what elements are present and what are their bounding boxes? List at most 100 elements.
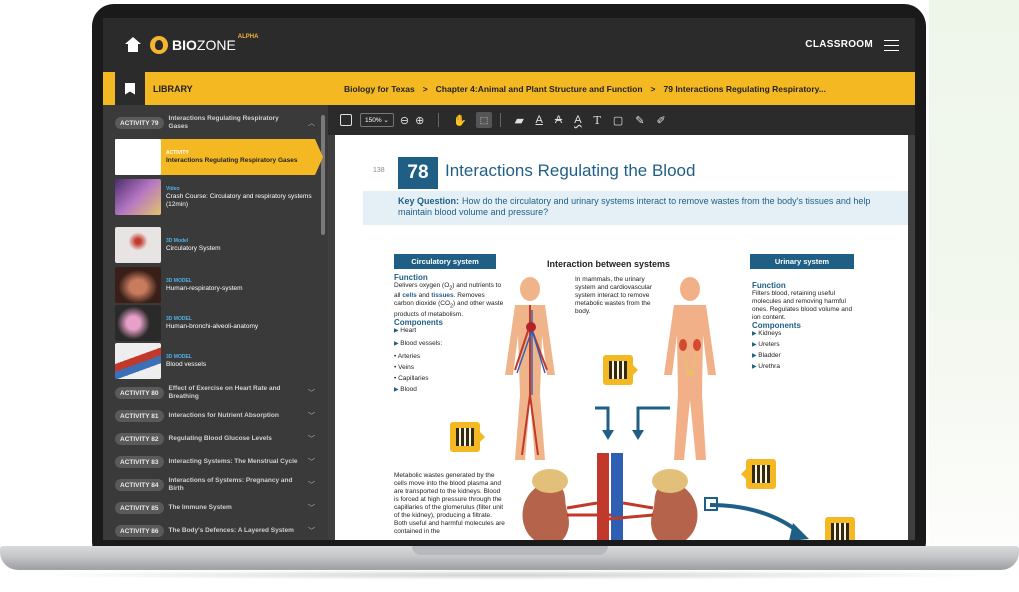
breadcrumb-book[interactable]: Biology for Texas (344, 84, 415, 94)
qr-pattern (456, 428, 474, 446)
cells-link[interactable]: cells (402, 292, 416, 299)
activity-row-84[interactable]: ACTIVITY 84 Interactions of Systems: Pre… (103, 473, 321, 497)
metabolic-text: Metabolic wastes generated by the cells … (394, 472, 505, 535)
qr-code[interactable] (825, 517, 855, 540)
resource-label: 3D MODEL Human-bronchi-alveoli-anatomy (166, 315, 258, 331)
key-question-text: How do the circulatory and urinary syste… (398, 196, 871, 217)
classroom-link[interactable]: CLASSROOM (805, 39, 873, 50)
breadcrumb-separator: > (422, 83, 428, 94)
chevron-down-icon[interactable]: ﹀ (308, 388, 315, 398)
select-tool-button[interactable]: ⬚ (476, 112, 493, 128)
text-tool-icon[interactable]: T (594, 114, 601, 127)
kidney-diagram (522, 453, 698, 540)
zoom-out-icon[interactable]: ⊖ (400, 114, 409, 127)
freehand-icon[interactable]: ✐ (657, 114, 666, 127)
function-text: Filters blood, retaining useful molecule… (752, 290, 853, 321)
hamburger-menu-icon[interactable] (884, 40, 899, 51)
chevron-down-icon[interactable]: ﹀ (308, 411, 315, 421)
chevron-down-icon[interactable]: ﹀ (308, 434, 315, 444)
resource-title: Interactions Regulating Respiratory Gase… (166, 157, 298, 164)
activity-badge: ACTIVITY 83 (115, 456, 164, 468)
breadcrumb-chapter[interactable]: Chapter 4:Animal and Plant Structure and… (436, 84, 643, 94)
zoom-in-icon[interactable]: ⊕ (415, 114, 424, 127)
circulatory-figure (505, 277, 555, 460)
qr-code[interactable] (450, 422, 480, 452)
activity-row-86[interactable]: ACTIVITY 86 The Body's Defences: A Layer… (103, 519, 321, 540)
urinary-header: Urinary system (750, 254, 854, 269)
3d-model-thumbnail (115, 305, 161, 341)
toolbar-divider (438, 113, 440, 127)
resource-3d-model[interactable]: 3D MODEL Human-bronchi-alveoli-anatomy (115, 305, 315, 341)
component-label: Blood vessels: (400, 339, 443, 347)
left-kidney (679, 339, 687, 351)
resource-activity[interactable]: ACTIVITY Interactions Regulating Respira… (115, 139, 315, 175)
tissues-link[interactable]: tissues (431, 292, 453, 299)
activity-badge: ACTIVITY 84 (115, 479, 164, 491)
activity-badge: ACTIVITY 79 (115, 117, 164, 129)
hand-tool-icon[interactable]: ✋ (453, 114, 467, 127)
chevron-down-icon[interactable]: ﹀ (308, 503, 315, 513)
qr-pointer (480, 432, 485, 442)
activity-row-83[interactable]: ACTIVITY 83 Interacting Systems: The Men… (103, 450, 321, 474)
qr-code[interactable] (746, 459, 776, 489)
function-heading: Function (752, 281, 786, 290)
document-page: 138 78 Interactions Regulating the Blood… (335, 135, 908, 540)
zoom-select[interactable]: 150% ⌄ (360, 113, 394, 127)
activity-badge: ACTIVITY 86 (115, 525, 164, 537)
component-label: Ureters (758, 341, 780, 348)
resource-3d-model[interactable]: 3D Model Circulatory System (115, 227, 315, 263)
chevron-down-icon[interactable]: ﹀ (308, 480, 315, 490)
toolbar-divider (500, 113, 502, 127)
interaction-text: In mammals, the urinary system and cardi… (575, 276, 652, 315)
sidebar-scrollbar[interactable] (321, 115, 325, 235)
resource-video[interactable]: Video Crash Course: Circulatory and resp… (115, 179, 315, 215)
chevron-up-icon[interactable]: ︿ (308, 118, 315, 128)
component-label: Heart (400, 326, 417, 334)
adrenal-gland-left (532, 469, 568, 493)
logo-bold: BIO (172, 37, 197, 53)
chevron-down-icon[interactable]: ﹀ (308, 526, 315, 536)
laptop-shadow (20, 570, 999, 580)
resource-title: Crash Course: Circulatory and respirator… (166, 193, 312, 208)
component-item: ▶ Ureters (752, 341, 862, 349)
vessel-label: Arteries (397, 352, 421, 360)
activity-row-82[interactable]: ACTIVITY 82 Regulating Blood Glucose Lev… (103, 427, 321, 451)
resource-3d-model[interactable]: 3D MODEL Blood vessels (115, 343, 315, 379)
arrowhead-left (602, 430, 614, 440)
component-item: ▶ Kidneys (752, 330, 862, 338)
qr-code[interactable] (603, 355, 633, 385)
biozone-logo[interactable]: BIO ZONE ALPHA (150, 34, 258, 54)
underline-icon[interactable]: A (536, 114, 543, 126)
text-part: and (416, 292, 432, 300)
activity-row-79[interactable]: ACTIVITY 79 Interactions Regulating Resp… (103, 111, 321, 135)
pen-tool-icon[interactable]: ✎ (635, 114, 644, 127)
highlight-text-icon[interactable]: ▰ (515, 114, 523, 127)
library-bar: LIBRARY Biology for Texas > Chapter 4:An… (103, 72, 915, 105)
resource-type: Video (166, 186, 180, 192)
text-part: Delivers oxygen (O (394, 282, 450, 289)
breadcrumb-activity[interactable]: 79 Interactions Regulating Respiratory..… (664, 84, 826, 94)
resource-label: 3D MODEL Human-respiratory-system (166, 277, 243, 293)
squiggly-icon[interactable]: A (574, 114, 581, 126)
resource-thumbnail (115, 139, 161, 175)
3d-model-thumbnail (115, 267, 161, 303)
rectangle-tool-icon[interactable]: ▢ (613, 114, 623, 127)
resource-label: 3D Model Circulatory System (166, 237, 221, 253)
library-toggle-button[interactable] (115, 72, 145, 105)
activity-row-81[interactable]: ACTIVITY 81 Interactions for Nutrient Ab… (103, 404, 321, 428)
activity-row-85[interactable]: ACTIVITY 85 The Immune System ﹀ (103, 496, 321, 520)
component-label: Urethra (758, 363, 780, 370)
activity-row-80[interactable]: ACTIVITY 80 Effect of Exercise on Heart … (103, 381, 321, 405)
resource-label: ACTIVITY Interactions Regulating Respira… (166, 149, 297, 165)
resource-type: 3D MODEL (166, 278, 192, 284)
zoom-region-marker[interactable] (704, 497, 718, 511)
activity-title: Interactions of Systems: Pregnancy and B… (168, 477, 293, 492)
resource-3d-model[interactable]: 3D MODEL Human-respiratory-system (115, 267, 315, 303)
page-settings-icon[interactable] (340, 114, 352, 126)
resource-label: Video Crash Course: Circulatory and resp… (166, 185, 315, 209)
strikethrough-icon[interactable]: A (555, 114, 562, 126)
biozone-logo-icon (150, 36, 168, 54)
home-icon[interactable] (124, 36, 142, 54)
chevron-down-icon[interactable]: ﹀ (308, 457, 315, 467)
qr-pattern (831, 523, 849, 540)
